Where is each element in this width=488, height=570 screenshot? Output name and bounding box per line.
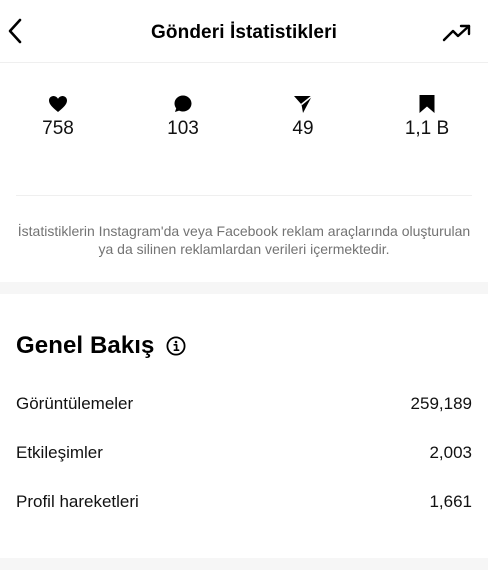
insights-trend-button[interactable] [440,18,474,48]
row-label: Etkileşimler [16,443,103,462]
saves-count: 1,1 B [404,118,450,139]
row-value: 1,661 [429,492,472,511]
row-label: Görüntülemeler [16,394,134,413]
ads-disclaimer-text: İstatistiklerin Instagram'da veya Facebo… [17,223,471,257]
comment-bubble-icon [174,95,192,112]
row-value: 2,003 [429,443,472,462]
overview-row-profile-activity[interactable]: Profil hareketleri 1,661 [16,487,472,517]
bookmark-icon [419,95,435,113]
shares-stat[interactable]: 49 [258,93,348,153]
section-separator [0,282,488,294]
likes-count: 758 [42,118,74,139]
post-stats-row: 758 103 49 1,1 B [0,63,488,195]
saves-stat[interactable]: 1,1 B [382,93,472,153]
page-title: Gönderi İstatistikleri [151,22,337,43]
overview-row-views[interactable]: Görüntülemeler 259,189 [16,389,472,419]
stats-divider [16,195,472,196]
overview-heading: Genel Bakış [16,330,187,362]
bottom-separator [0,558,488,570]
likes-stat[interactable]: 758 [13,93,103,153]
heart-icon [49,96,67,112]
overview-info-button[interactable] [165,335,187,357]
top-bar: Gönderi İstatistikleri [0,0,488,62]
overview-row-interactions[interactable]: Etkileşimler 2,003 [16,438,472,468]
shares-count: 49 [292,118,314,139]
row-label: Profil hareketleri [16,492,139,511]
info-icon [166,336,186,356]
send-icon [294,95,313,113]
row-value: 259,189 [410,394,472,413]
comments-stat[interactable]: 103 [138,93,228,153]
overview-title: Genel Bakış [16,332,155,359]
comments-count: 103 [167,118,199,139]
trending-up-icon [442,24,471,42]
